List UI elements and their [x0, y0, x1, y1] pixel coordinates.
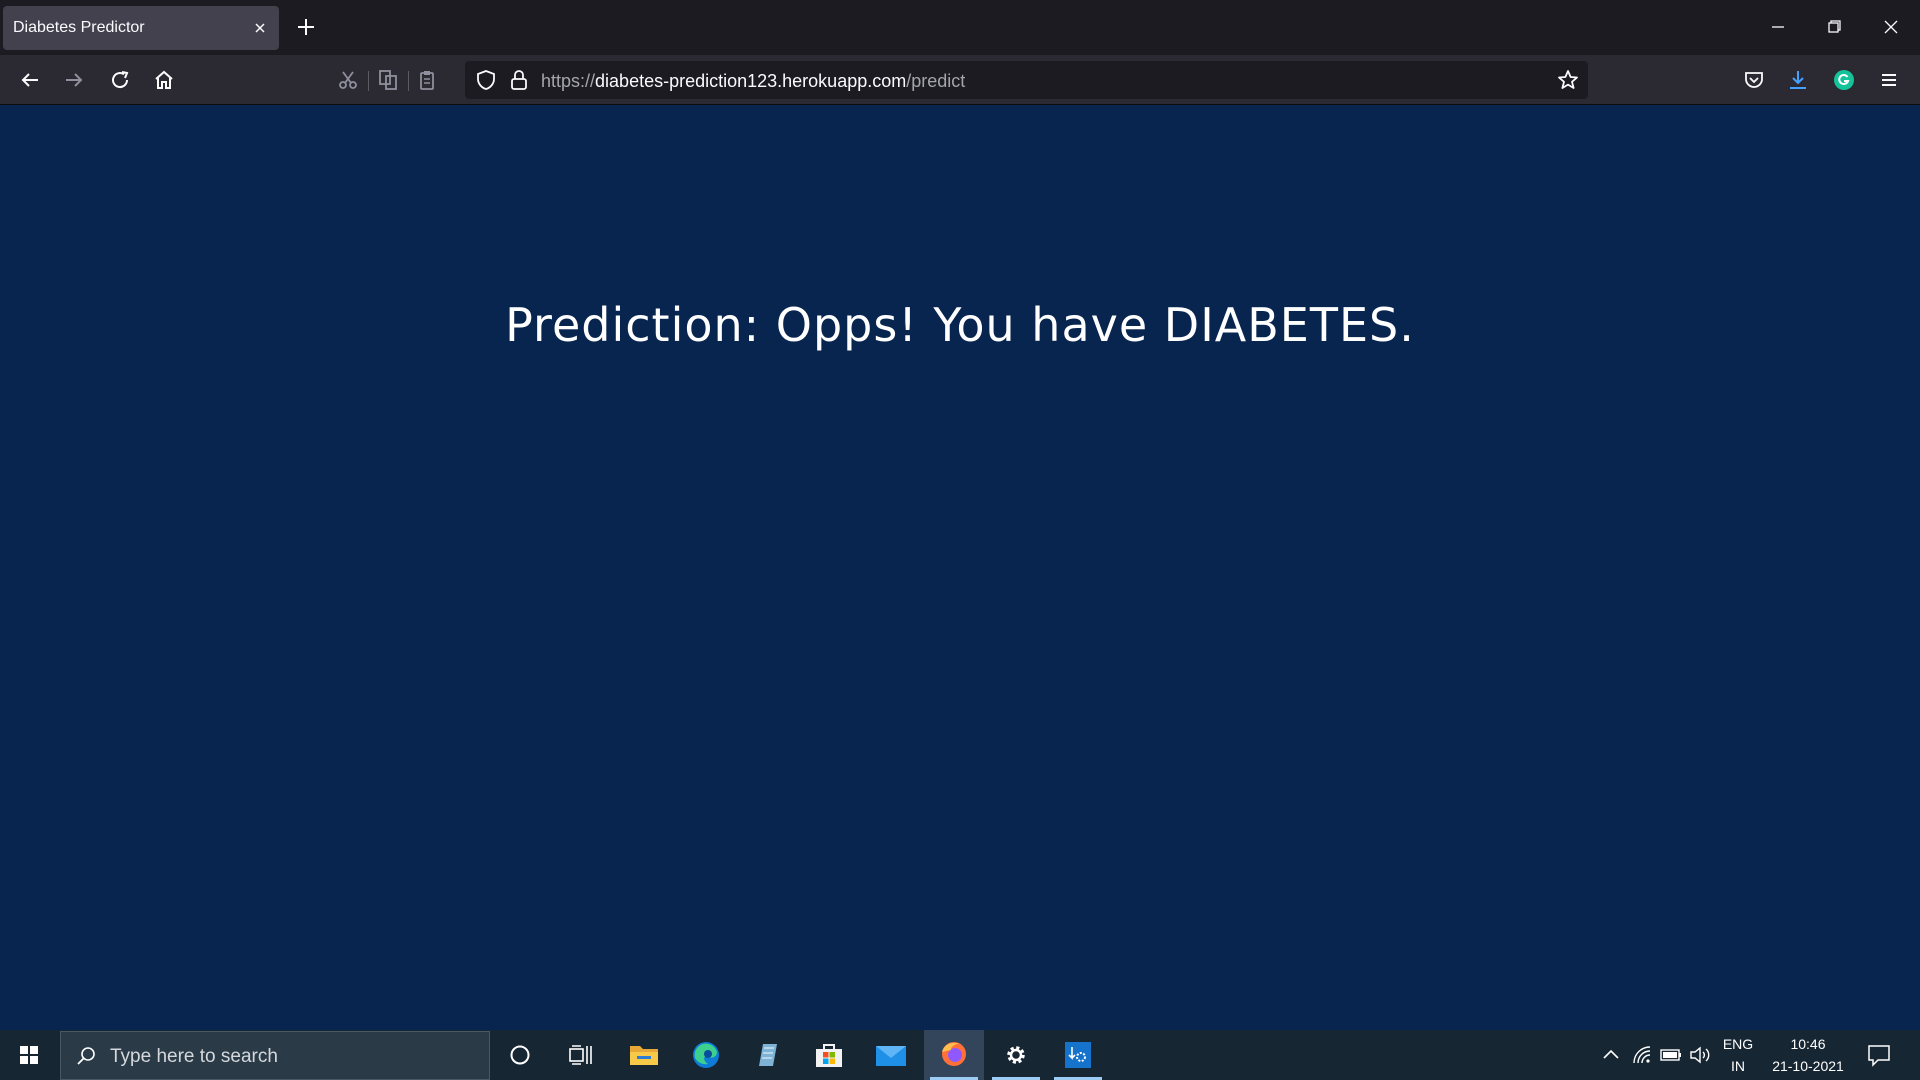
prediction-result: Prediction: Opps! You have DIABETES. [505, 298, 1415, 352]
clock-date: 21-10-2021 [1772, 1058, 1844, 1074]
windows-taskbar: Type here to search ENG IN 10:46 21-10-2… [0, 1030, 1920, 1080]
lock-icon[interactable] [509, 69, 529, 96]
language-indicator[interactable]: ENG IN [1718, 1036, 1758, 1074]
mail-icon[interactable] [861, 1030, 921, 1080]
back-arrow-icon[interactable] [12, 62, 48, 98]
tab-strip: Diabetes Predictor [0, 0, 1920, 55]
wifi-icon[interactable] [1630, 1043, 1654, 1072]
store-icon[interactable] [799, 1030, 859, 1080]
reload-icon[interactable] [102, 62, 138, 98]
firefox-icon[interactable] [924, 1030, 984, 1080]
clock[interactable]: 10:46 21-10-2021 [1764, 1036, 1852, 1074]
url-path: /predict [906, 71, 966, 91]
url-text[interactable]: https://diabetes-prediction123.herokuapp… [541, 71, 965, 92]
close-icon[interactable] [1871, 8, 1911, 46]
paste-icon[interactable] [409, 62, 445, 98]
notification-icon[interactable] [1866, 1042, 1892, 1073]
tab-diabetes-predictor[interactable]: Diabetes Predictor [3, 6, 279, 50]
task-view-icon[interactable] [550, 1030, 610, 1080]
taskbar-search-box[interactable]: Type here to search [60, 1031, 490, 1080]
notepad-icon[interactable] [737, 1030, 797, 1080]
star-icon[interactable] [1556, 68, 1580, 97]
url-host: diabetes-prediction123.herokuapp.com [595, 71, 907, 91]
plus-icon[interactable] [290, 11, 322, 43]
search-placeholder: Type here to search [110, 1046, 278, 1067]
url-scheme: https:// [541, 71, 596, 91]
region-code: IN [1731, 1058, 1745, 1074]
edge-icon[interactable] [676, 1030, 736, 1080]
chevron-up-icon[interactable] [1600, 1043, 1622, 1072]
copy-icon[interactable] [370, 62, 406, 98]
search-icon [75, 1045, 97, 1072]
download-icon[interactable] [1780, 62, 1816, 98]
app-icon[interactable] [1048, 1030, 1108, 1080]
file-explorer-icon[interactable] [614, 1030, 674, 1080]
tab-title: Diabetes Predictor [13, 19, 145, 36]
toolbar-separator [368, 71, 369, 91]
page-content: Prediction: Opps! You have DIABETES. [0, 106, 1920, 1030]
cut-icon[interactable] [330, 62, 366, 98]
home-icon[interactable] [146, 62, 182, 98]
navigation-toolbar: https://diabetes-prediction123.herokuapp… [0, 55, 1920, 105]
language-code: ENG [1722, 1036, 1754, 1052]
settings-gear-icon[interactable] [986, 1030, 1046, 1080]
speaker-icon[interactable] [1688, 1043, 1712, 1072]
url-bar[interactable]: https://diabetes-prediction123.herokuapp… [465, 61, 1588, 99]
shield-icon[interactable] [475, 69, 497, 96]
hamburger-menu-icon[interactable] [1871, 62, 1907, 98]
cortana-icon[interactable] [490, 1030, 550, 1080]
forward-arrow-icon[interactable] [56, 62, 92, 98]
grammarly-icon[interactable] [1826, 62, 1862, 98]
clock-time: 10:46 [1790, 1036, 1826, 1052]
pocket-icon[interactable] [1736, 62, 1772, 98]
restore-icon[interactable] [1814, 8, 1854, 46]
close-icon[interactable] [247, 15, 273, 41]
minimize-icon[interactable] [1758, 8, 1798, 46]
windows-logo-icon[interactable] [0, 1030, 58, 1080]
battery-icon[interactable] [1659, 1043, 1683, 1072]
